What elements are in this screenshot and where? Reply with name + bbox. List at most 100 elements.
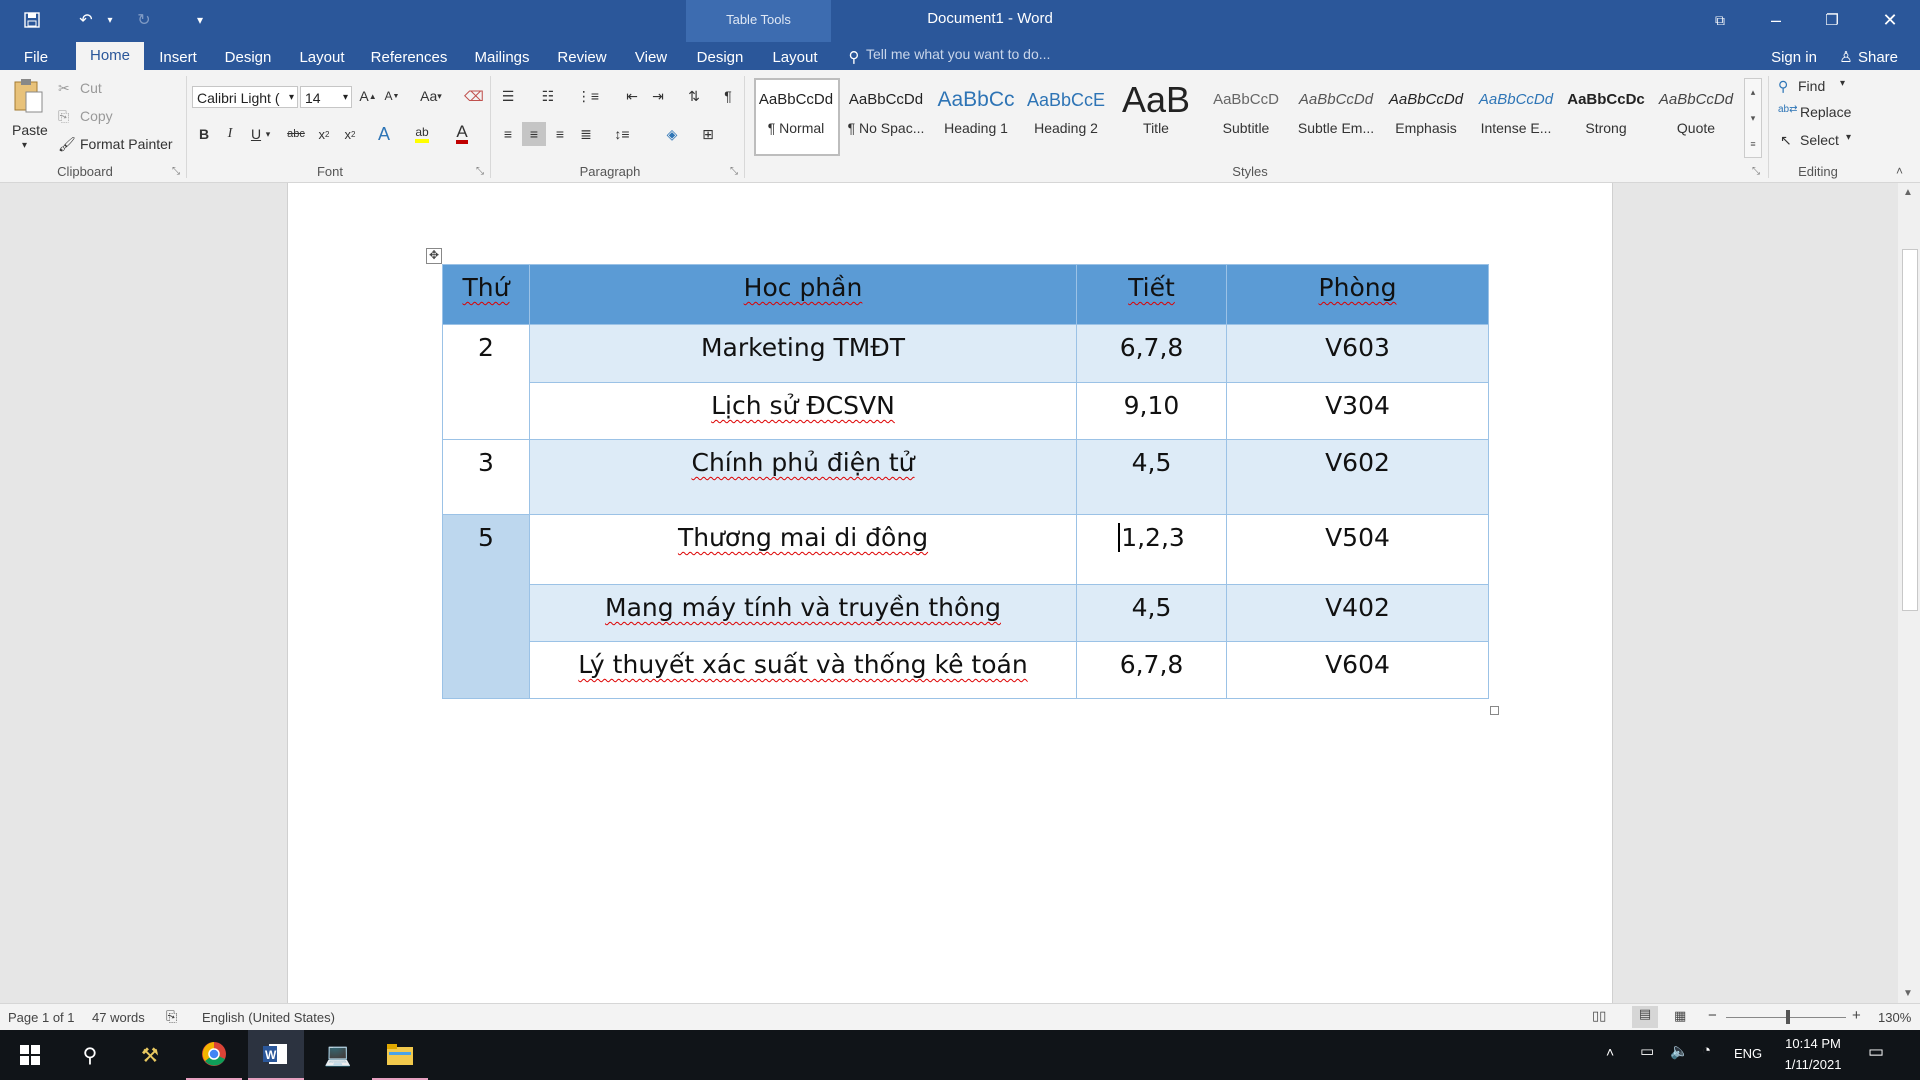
numbering-icon[interactable]: ☷	[536, 84, 560, 108]
scroll-down-icon[interactable]: ▼	[1903, 988, 1913, 999]
decrease-indent-icon[interactable]: ⇤	[620, 84, 644, 108]
read-mode-icon[interactable]: ▯▯	[1592, 1008, 1606, 1024]
period-cell[interactable]: 6,7,8	[1076, 324, 1227, 383]
superscript-icon[interactable]: x2	[338, 122, 362, 146]
style-quote[interactable]: AaBbCcDd Quote	[1652, 80, 1740, 152]
multilevel-list-icon[interactable]: ⋮≡	[576, 84, 600, 108]
italic-icon[interactable]: I	[218, 122, 242, 146]
paste-button[interactable]: Paste	[12, 122, 48, 138]
tab-review[interactable]: Review	[552, 46, 612, 70]
period-cell[interactable]: 6,7,8	[1076, 641, 1227, 699]
scroll-thumb[interactable]	[1902, 249, 1918, 611]
course-cell[interactable]: Marketing TMĐT	[529, 324, 1077, 383]
room-cell[interactable]: V602	[1226, 439, 1489, 515]
bullets-icon[interactable]: ☰	[496, 84, 520, 108]
tab-view[interactable]: View	[628, 46, 674, 70]
style-normal[interactable]: AaBbCcDd ¶ Normal	[752, 80, 840, 152]
room-cell[interactable]: V402	[1226, 584, 1489, 642]
tab-table-layout[interactable]: Layout	[766, 46, 824, 70]
header-cell[interactable]: Thứ	[442, 264, 530, 325]
increase-indent-icon[interactable]: ⇥	[646, 84, 670, 108]
room-cell[interactable]: V504	[1226, 514, 1489, 585]
strikethrough-icon[interactable]: abc	[282, 122, 310, 146]
zoom-in-icon[interactable]: +	[1852, 1007, 1861, 1024]
subscript-icon[interactable]: x2	[312, 122, 336, 146]
show-hidden-icons-icon[interactable]: ˄	[1606, 1044, 1614, 1060]
course-cell[interactable]: Thương mai di đông	[529, 514, 1077, 585]
tab-home[interactable]: Home	[76, 42, 144, 70]
select-button[interactable]: Select	[1800, 132, 1839, 148]
font-color-icon[interactable]: A	[450, 122, 474, 146]
clock-date[interactable]: 1/11/2021	[1776, 1057, 1850, 1072]
tools-app-icon[interactable]: ⚒	[122, 1030, 178, 1080]
shading-icon[interactable]: ◈	[660, 122, 684, 146]
clear-formatting-icon[interactable]: ⌫	[462, 84, 486, 108]
scroll-up-icon[interactable]: ▲	[1903, 187, 1913, 198]
paste-icon[interactable]	[12, 78, 44, 114]
word-count[interactable]: 47 words	[92, 1010, 145, 1025]
styles-launcher-icon[interactable]: ⤡	[1752, 166, 1760, 177]
period-cell[interactable]: 4,5	[1076, 584, 1227, 642]
style-heading-1[interactable]: AaBbCc Heading 1	[932, 80, 1020, 152]
justify-icon[interactable]: ≣	[574, 122, 598, 146]
sort-icon[interactable]: ⇅	[682, 84, 706, 108]
word-taskbar-icon[interactable]: W	[248, 1030, 304, 1080]
align-left-icon[interactable]: ≡	[496, 122, 520, 146]
vertical-scrollbar[interactable]: ▲ ▼	[1898, 183, 1920, 1003]
restore-button[interactable]: ❐	[1804, 0, 1860, 40]
header-cell[interactable]: Phòng	[1226, 264, 1489, 325]
zoom-out-icon[interactable]: −	[1708, 1007, 1717, 1024]
period-cell[interactable]: 1,2,3	[1076, 514, 1227, 585]
find-dropdown-icon[interactable]: ▾	[1840, 78, 1845, 89]
header-cell[interactable]: Tiết	[1076, 264, 1227, 325]
style-intense-emphasis[interactable]: AaBbCcDd Intense E...	[1472, 80, 1560, 152]
select-dropdown-icon[interactable]: ▾	[1846, 132, 1851, 143]
zoom-level[interactable]: 130%	[1878, 1010, 1911, 1025]
line-spacing-icon[interactable]: ↕≡	[610, 122, 634, 146]
align-right-icon[interactable]: ≡	[548, 122, 572, 146]
course-cell[interactable]: Chính phủ điện tử	[529, 439, 1077, 515]
font-family-combo[interactable]: Calibri Light (▾	[192, 86, 298, 108]
style-title[interactable]: AaB Title	[1112, 80, 1200, 152]
text-effects-icon[interactable]: A	[372, 122, 396, 146]
styles-gallery-scroll[interactable]: ▴ ▾ ≡	[1744, 78, 1762, 158]
file-explorer-icon[interactable]	[372, 1030, 428, 1080]
day-cell[interactable]: 3	[442, 439, 530, 515]
bold-icon[interactable]: B	[192, 122, 216, 146]
font-launcher-icon[interactable]: ⤡	[476, 166, 484, 177]
tab-file[interactable]: File	[14, 46, 58, 70]
highlight-icon[interactable]: ab	[410, 122, 434, 146]
style-no-spacing[interactable]: AaBbCcDd ¶ No Spac...	[842, 80, 930, 152]
tab-references[interactable]: References	[366, 46, 452, 70]
find-button[interactable]: Find	[1798, 78, 1825, 94]
clipboard-launcher-icon[interactable]: ⤡	[172, 166, 180, 177]
change-case-button[interactable]: Aa ▾	[414, 84, 448, 108]
period-cell[interactable]: 4,5	[1076, 439, 1227, 515]
web-layout-icon[interactable]: ▦	[1674, 1008, 1686, 1024]
laptop-app-icon[interactable]: 💻	[310, 1030, 366, 1080]
tab-insert[interactable]: Insert	[154, 46, 202, 70]
shrink-font-icon[interactable]: A ▼	[380, 84, 404, 108]
day-cell[interactable]: 5	[442, 514, 530, 699]
collapse-ribbon-icon[interactable]: ˄	[1896, 164, 1903, 178]
room-cell[interactable]: V603	[1226, 324, 1489, 383]
grow-font-icon[interactable]: A ▲	[356, 84, 380, 108]
wifi-icon[interactable]: ◔	[1702, 1042, 1711, 1059]
align-center-icon[interactable]: ≡	[522, 122, 546, 146]
customize-qat-icon[interactable]: ▾	[186, 8, 214, 32]
input-language[interactable]: ENG	[1734, 1046, 1762, 1061]
battery-icon[interactable]: ▭	[1640, 1042, 1654, 1060]
day-cell[interactable]: 2	[442, 324, 530, 440]
chrome-icon[interactable]	[186, 1030, 242, 1080]
save-icon[interactable]	[18, 8, 46, 32]
period-cell[interactable]: 9,10	[1076, 382, 1227, 440]
page-count[interactable]: Page 1 of 1	[8, 1010, 75, 1025]
paragraph-launcher-icon[interactable]: ⤡	[730, 166, 738, 177]
style-subtle-emphasis[interactable]: AaBbCcDd Subtle Em...	[1292, 80, 1380, 152]
tab-design[interactable]: Design	[220, 46, 276, 70]
underline-dropdown-icon[interactable]: ▾	[262, 122, 274, 146]
tell-me-input[interactable]: Tell me what you want to do...	[866, 46, 1050, 62]
paste-dropdown-icon[interactable]: ▾	[22, 140, 27, 151]
proofing-icon[interactable]: ⎘	[166, 1008, 177, 1025]
close-button[interactable]: ✕	[1862, 0, 1918, 40]
